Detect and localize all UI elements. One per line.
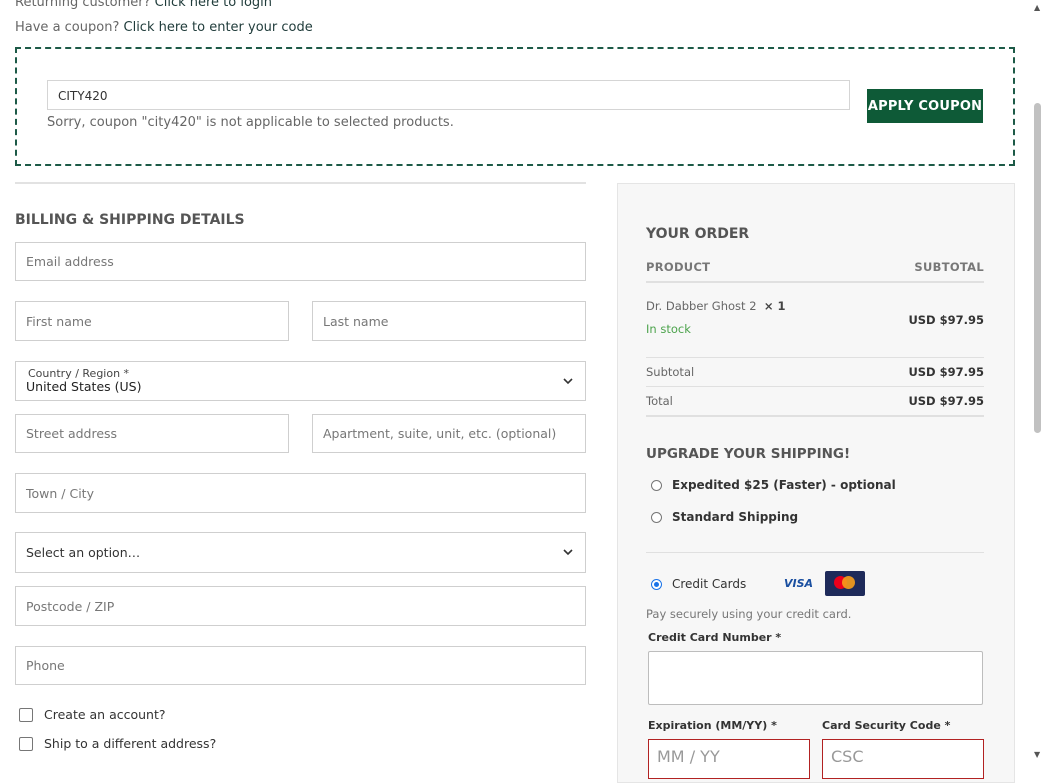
ship-different-label: Ship to a different address? (44, 736, 217, 751)
coupon-code-input[interactable]: CITY420 (47, 80, 850, 110)
visa-logo-icon: VISA (784, 577, 814, 590)
scrollbar-thumb[interactable] (1034, 103, 1041, 433)
mastercard-logo-icon (825, 571, 865, 596)
coupon-form: CITY420 Sorry, coupon "city420" is not a… (15, 47, 1015, 166)
subtotal-column-header: SUBTOTAL (914, 260, 984, 274)
street-address-field[interactable]: Street address (15, 414, 289, 453)
first-name-placeholder: First name (26, 313, 92, 329)
apartment-field[interactable]: Apartment, suite, unit, etc. (optional) (312, 414, 586, 453)
standard-shipping-option[interactable]: Standard Shipping (651, 510, 798, 524)
coupon-notice: Have a coupon? Click here to enter your … (15, 20, 313, 35)
state-select-value: Select an option… (26, 545, 141, 560)
country-select-content: Country / Region * United States (US) (16, 368, 141, 394)
email-field[interactable]: Email address (15, 242, 586, 281)
order-item-title: Dr. Dabber Ghost 2 (646, 299, 757, 313)
create-account-label: Create an account? (44, 707, 166, 722)
total-label: Total (646, 394, 673, 408)
returning-customer-text: Returning customer? (15, 0, 151, 10)
order-item-name: Dr. Dabber Ghost 2 × 1 (646, 299, 785, 313)
state-select[interactable]: Select an option… (15, 532, 586, 573)
shipping-upgrade-title: UPGRADE YOUR SHIPPING! (646, 446, 851, 462)
country-value: United States (US) (26, 379, 142, 394)
chevron-down-icon (563, 375, 573, 388)
country-select[interactable]: Country / Region * United States (US) (15, 361, 586, 401)
standard-shipping-label: Standard Shipping (672, 510, 799, 524)
product-column-header: PRODUCT (646, 260, 711, 274)
billing-title: BILLING & SHIPPING DETAILS (15, 212, 245, 228)
total-divider (646, 415, 984, 417)
expedited-shipping-option[interactable]: Expedited $25 (Faster) - optional (651, 478, 896, 492)
payment-description: Pay securely using your credit card. (646, 607, 852, 621)
scroll-down-arrow-icon[interactable]: ▼ (1034, 750, 1040, 759)
apply-coupon-button[interactable]: APPLY COUPON (867, 89, 983, 123)
scroll-up-arrow-icon[interactable]: ▲ (1034, 3, 1040, 12)
shipping-divider (646, 552, 984, 553)
order-title: YOUR ORDER (646, 226, 750, 242)
coupon-error-message: Sorry, coupon "city420" is not applicabl… (47, 115, 454, 130)
order-item-qty: × 1 (763, 299, 786, 313)
phone-field[interactable]: Phone (15, 646, 586, 685)
ship-different-checkbox[interactable] (19, 736, 33, 751)
postcode-placeholder: Postcode / ZIP (26, 598, 115, 614)
first-name-field[interactable]: First name (15, 301, 289, 341)
total-value: USD $97.95 (908, 394, 984, 408)
expiration-placeholder: MM / YY (657, 747, 720, 766)
mastercard-orange-circle (842, 576, 855, 589)
stock-status: In stock (646, 322, 691, 336)
expiration-label: Expiration (MM/YY) * (648, 719, 777, 732)
login-link[interactable]: Click here to login (155, 0, 272, 10)
credit-card-label: Credit Cards (672, 577, 747, 591)
page-scrollbar[interactable]: ▲ ▼ (1031, 0, 1045, 765)
street-address-placeholder: Street address (26, 426, 118, 441)
card-number-input[interactable] (648, 651, 983, 705)
chevron-down-icon (563, 546, 573, 559)
city-field[interactable]: Town / City (15, 473, 586, 513)
subtotal-value: USD $97.95 (908, 365, 984, 379)
last-name-field[interactable]: Last name (312, 301, 586, 341)
card-number-label: Credit Card Number * (648, 631, 782, 644)
expiration-input[interactable]: MM / YY (648, 739, 810, 779)
apartment-placeholder: Apartment, suite, unit, etc. (optional) (323, 426, 557, 441)
phone-placeholder: Phone (26, 658, 65, 673)
expedited-shipping-radio[interactable] (651, 479, 662, 491)
expedited-shipping-label: Expedited $25 (Faster) - optional (672, 478, 896, 492)
subtotal-label: Subtotal (646, 365, 695, 379)
csc-label: Card Security Code * (822, 719, 951, 732)
postcode-field[interactable]: Postcode / ZIP (15, 586, 586, 626)
order-review-panel: YOUR ORDER PRODUCT SUBTOTAL Dr. Dabber G… (617, 183, 1015, 783)
email-placeholder: Email address (26, 254, 114, 269)
last-name-placeholder: Last name (323, 313, 389, 329)
subtotal-divider (646, 386, 984, 387)
csc-placeholder: CSC (831, 747, 864, 766)
enter-coupon-link[interactable]: Click here to enter your code (124, 20, 313, 35)
ship-different-row[interactable]: Ship to a different address? (19, 736, 216, 751)
order-item-price: USD $97.95 (908, 313, 984, 327)
credit-card-radio[interactable] (651, 578, 662, 590)
coupon-notice-text: Have a coupon? (15, 20, 120, 35)
csc-input[interactable]: CSC (822, 739, 984, 779)
order-header-divider (646, 281, 984, 283)
credit-card-method[interactable]: Credit Cards (651, 577, 746, 591)
billing-divider (15, 182, 586, 184)
create-account-checkbox[interactable] (19, 707, 33, 722)
returning-customer-notice: Returning customer? Click here to login (15, 0, 272, 10)
city-placeholder: Town / City (26, 485, 94, 501)
create-account-row[interactable]: Create an account? (19, 707, 166, 722)
order-item-divider (646, 357, 984, 358)
standard-shipping-radio[interactable] (651, 511, 662, 523)
